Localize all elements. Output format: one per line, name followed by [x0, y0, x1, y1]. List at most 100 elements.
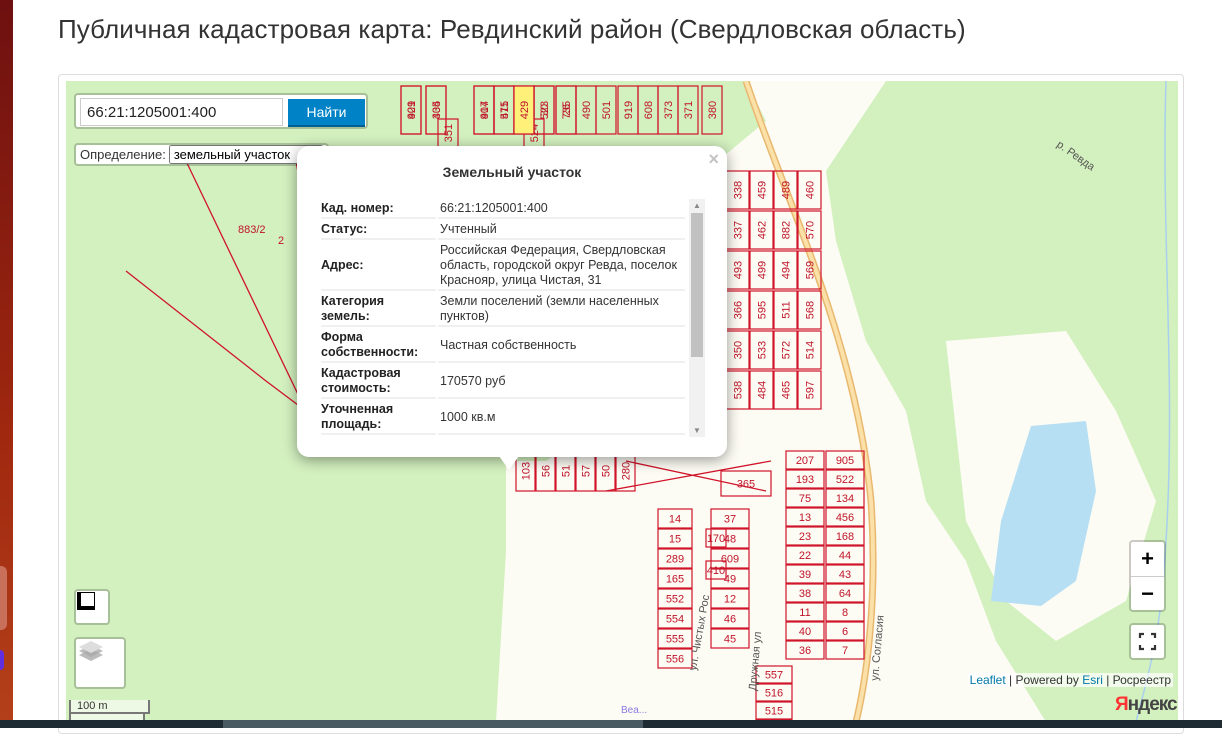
parcel-number: 410 — [707, 565, 725, 577]
parcel-number: 11 — [799, 607, 810, 619]
parcel-number: 12 — [724, 594, 736, 606]
parcel[interactable]: 40 — [785, 621, 825, 641]
parcel[interactable]: 51 — [555, 450, 576, 492]
parcel[interactable]: 484 — [749, 370, 774, 410]
parcel[interactable]: 572 — [773, 330, 798, 370]
parcel[interactable]: 522 — [825, 469, 865, 489]
popup-row-key: Статус: — [321, 221, 436, 240]
parcel[interactable]: 595 — [749, 290, 774, 330]
parcel-number: 165 — [666, 574, 684, 586]
parcel[interactable]: 7 — [825, 640, 865, 660]
parcel-number: 459 — [757, 181, 769, 199]
popup-content[interactable]: Кад. номер: 66:21:1205001:400 Статус: Учтен… — [319, 198, 705, 438]
parcel[interactable]: 38 — [785, 583, 825, 603]
parcel[interactable]: 193 — [785, 469, 825, 489]
scroll-down-icon[interactable]: ▼ — [693, 426, 701, 435]
parcel-number: 411 — [499, 101, 511, 119]
parcel[interactable]: 511 — [773, 290, 798, 330]
popup-title: Земельный участок — [442, 164, 582, 180]
parcel[interactable]: 36 — [785, 640, 825, 660]
parcel[interactable]: 905 — [825, 450, 865, 470]
parcel[interactable]: 57 — [575, 450, 596, 492]
parcel[interactable]: 552 — [657, 588, 693, 609]
parcel[interactable]: 499 — [749, 250, 774, 290]
cadastral-map[interactable]: 9213349145755255237354905019196083733713… — [66, 81, 1178, 722]
parcel-popup: × Земельный участок Кад. номер: 66:21:120… — [297, 146, 727, 457]
parcel[interactable]: 22 — [785, 545, 825, 565]
scrollbar-thumb[interactable] — [691, 213, 703, 357]
parcel[interactable]: 165 — [657, 568, 693, 589]
parcel-number: 569 — [805, 261, 817, 279]
parcel[interactable]: 462 — [749, 210, 774, 250]
parcel[interactable]: 43 — [825, 564, 865, 584]
parcel[interactable]: 516 — [755, 683, 793, 702]
parcel[interactable]: 465 — [773, 370, 798, 410]
parcel[interactable]: 494 — [773, 250, 798, 290]
parcel[interactable]: 13 — [785, 507, 825, 527]
parcel[interactable]: 555 — [657, 628, 693, 649]
parcel[interactable]: 280 — [615, 450, 636, 492]
parcel[interactable]: 44 — [825, 545, 865, 565]
parcel[interactable]: 8 — [825, 602, 865, 622]
parcel[interactable]: 134 — [825, 488, 865, 508]
scroll-up-icon[interactable]: ▲ — [693, 201, 701, 210]
parcel[interactable]: 429 — [513, 85, 535, 135]
parcel[interactable]: 459 — [749, 170, 774, 210]
parcel-number: 597 — [805, 381, 817, 399]
parcel[interactable]: 597 — [797, 370, 822, 410]
parcel[interactable]: 538 — [725, 370, 750, 410]
find-button[interactable]: Найти — [288, 99, 365, 127]
parcel[interactable]: 11 — [785, 602, 825, 622]
parcel[interactable]: 568 — [797, 290, 822, 330]
parcel[interactable]: 557 — [755, 665, 793, 684]
measure-button[interactable] — [74, 589, 110, 625]
parcel[interactable]: 207 — [785, 450, 825, 470]
parcel[interactable]: 14 — [657, 508, 693, 529]
parcel[interactable]: 39 — [785, 564, 825, 584]
zoom-in-button[interactable]: + — [1131, 542, 1164, 576]
esri-link[interactable]: Esri — [1082, 673, 1103, 687]
parcel[interactable]: 6 — [825, 621, 865, 641]
parcel-number: 919 — [623, 101, 635, 119]
popup-row-key: Форма собственности: — [321, 329, 436, 363]
layers-button[interactable] — [74, 637, 126, 689]
popup-row: Кадастровая стоимость: 170570 руб — [321, 365, 685, 399]
parcel[interactable]: 37 — [710, 508, 750, 529]
leaflet-link[interactable]: Leaflet — [970, 673, 1006, 687]
parcel[interactable]: 75 — [785, 488, 825, 508]
parcel-number: 350 — [733, 341, 745, 359]
parcel-number: 568 — [805, 301, 817, 319]
parcel[interactable]: 493 — [725, 250, 750, 290]
parcel[interactable]: 64 — [825, 583, 865, 603]
parcel[interactable]: 289 — [657, 548, 693, 569]
parcel[interactable]: 366 — [725, 290, 750, 330]
parcel-number: 56 — [541, 465, 553, 477]
parcel-number: 193 — [796, 474, 814, 486]
taskbar-item[interactable] — [223, 720, 643, 728]
parcel[interactable]: 338 — [725, 170, 750, 210]
parcel[interactable]: 50 — [595, 450, 616, 492]
parcel[interactable]: 170 — [705, 528, 727, 548]
parcel[interactable]: 514 — [797, 330, 822, 370]
parcel[interactable]: 460 — [797, 170, 822, 210]
cadastral-number-input[interactable] — [80, 98, 283, 126]
side-tab[interactable] — [0, 650, 4, 670]
zoom-out-button[interactable]: − — [1131, 576, 1164, 610]
parcel[interactable]: 515 — [755, 701, 793, 720]
parcel[interactable]: 337 — [725, 210, 750, 250]
parcel[interactable]: 15 — [657, 528, 693, 549]
parcel[interactable]: 45 — [710, 628, 750, 649]
parcel[interactable]: 12 — [710, 588, 750, 609]
parcel[interactable]: 23 — [785, 526, 825, 546]
fullscreen-button[interactable] — [1129, 623, 1166, 660]
popup-scrollbar[interactable]: ▲ ▼ — [689, 199, 705, 437]
parcel[interactable]: 456 — [825, 507, 865, 527]
side-tab[interactable] — [0, 566, 7, 630]
popup-row-key: Уточненная площадь: — [321, 401, 436, 435]
parcel[interactable]: 350 — [725, 330, 750, 370]
parcel[interactable]: 554 — [657, 608, 693, 629]
parcel[interactable]: 533 — [749, 330, 774, 370]
parcel-number: 595 — [757, 301, 769, 319]
parcel[interactable]: 46 — [710, 608, 750, 629]
parcel[interactable]: 168 — [825, 526, 865, 546]
